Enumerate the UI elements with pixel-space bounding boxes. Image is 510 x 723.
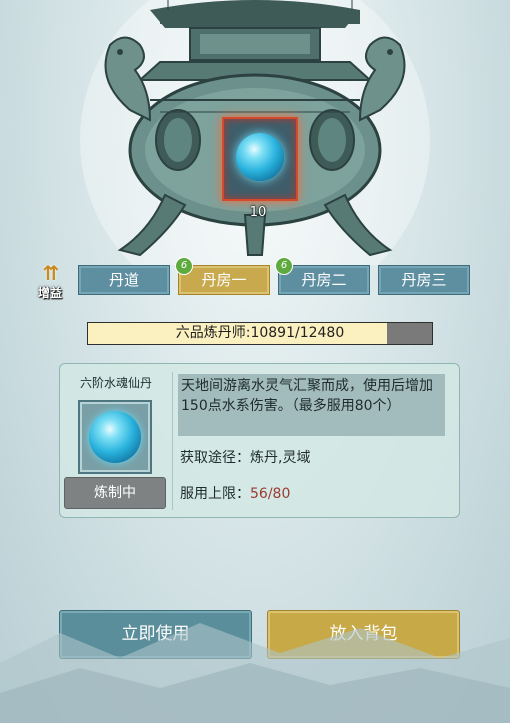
- tab-label: 丹房三: [401, 271, 447, 289]
- item-icon-frame[interactable]: [78, 400, 152, 474]
- tab-dandao[interactable]: 丹道: [78, 265, 170, 295]
- acquire-source: 获取途径：炼丹,灵域: [180, 450, 311, 466]
- level-badge: 6: [175, 257, 193, 275]
- boost-button[interactable]: ⇈ 增益: [32, 262, 68, 302]
- usage-limit: 服用上限：56/80: [180, 483, 290, 503]
- cauldron-pill-slot[interactable]: [222, 117, 298, 201]
- usage-limit-value: 56/80: [250, 486, 291, 502]
- tab-label: 丹道: [108, 271, 139, 289]
- item-description: 天地间游离水灵气汇聚而成，使用后增加150点水系伤害。（最多服用80个）: [178, 374, 445, 436]
- divider: [172, 372, 173, 510]
- crafting-status-button[interactable]: 炼制中: [64, 477, 166, 509]
- level-badge: 6: [275, 257, 293, 275]
- tab-label: 丹房一: [201, 271, 247, 289]
- alchemist-rank-progress-bar: 六品炼丹师:10891/12480: [87, 322, 433, 345]
- mountain-background: [0, 623, 510, 723]
- item-name: 六阶水魂仙丹: [79, 376, 152, 390]
- water-pill-orb-icon: [89, 411, 141, 463]
- up-arrows-icon: ⇈: [42, 261, 60, 285]
- item-info-panel: 六阶水魂仙丹 炼制中 天地间游离水灵气汇聚而成，使用后增加150点水系伤害。（最…: [59, 363, 460, 518]
- progress-text: 六品炼丹师:10891/12480: [175, 325, 345, 341]
- boost-label: 增益: [37, 286, 62, 300]
- pill-count: 10: [249, 205, 267, 220]
- usage-limit-label: 服用上限：: [180, 486, 250, 502]
- tab-danfang-2[interactable]: 6 丹房二: [275, 257, 370, 295]
- tab-danfang-3[interactable]: 丹房三: [378, 265, 470, 295]
- tab-label: 丹房二: [301, 271, 347, 289]
- tab-danfang-1[interactable]: 6 丹房一: [175, 257, 270, 295]
- water-pill-orb-icon: [236, 133, 284, 181]
